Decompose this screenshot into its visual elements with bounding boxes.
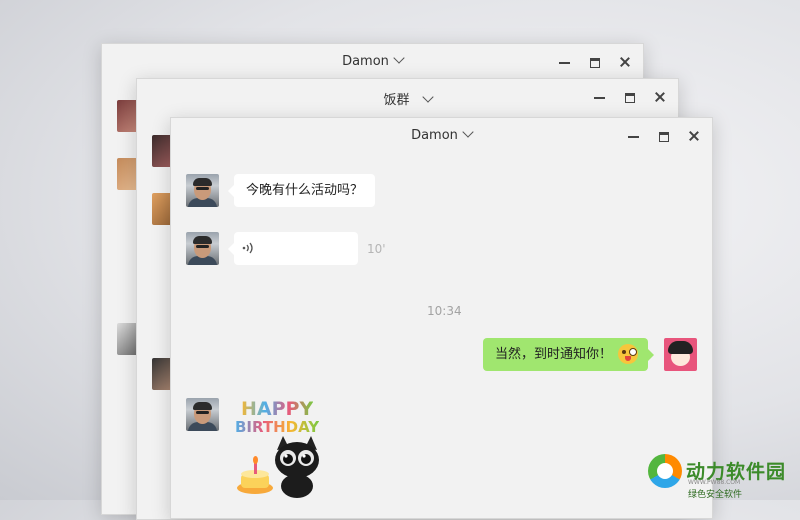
logo-icon xyxy=(648,454,682,488)
maximize-icon[interactable] xyxy=(624,91,636,103)
message-bubble-self[interactable]: 当然，到时通知你！ xyxy=(482,338,655,371)
avatar[interactable] xyxy=(186,398,219,431)
titlebar[interactable]: Damon xyxy=(102,44,643,80)
avatar[interactable] xyxy=(186,232,219,265)
cat-cake-illustration xyxy=(237,436,319,498)
titlebar[interactable]: 饭群 xyxy=(137,79,678,115)
maximize-icon[interactable] xyxy=(589,56,601,68)
voice-duration: 10' xyxy=(367,242,386,256)
close-icon[interactable] xyxy=(654,91,666,103)
avatar-self[interactable] xyxy=(664,338,697,371)
close-icon[interactable] xyxy=(619,56,631,68)
close-icon[interactable] xyxy=(688,130,700,142)
emoji-icon xyxy=(618,343,638,364)
voice-icon xyxy=(242,242,253,254)
minimize-icon[interactable] xyxy=(594,91,606,103)
minimize-icon[interactable] xyxy=(559,56,571,68)
maximize-icon[interactable] xyxy=(658,130,670,142)
chat-window-front[interactable]: Damon 今晚有什么活动吗？ 10' 10:34 当然，到时通知你！ HAPP… xyxy=(170,117,713,519)
chevron-down-icon[interactable] xyxy=(393,52,405,64)
timestamp: 10:34 xyxy=(427,304,462,318)
minimize-icon[interactable] xyxy=(628,130,640,142)
chevron-down-icon[interactable] xyxy=(462,126,474,138)
avatar[interactable] xyxy=(186,174,219,207)
titlebar[interactable]: Damon xyxy=(171,118,712,154)
sticker-text-happy: HAPPY xyxy=(241,398,314,420)
voice-message-bubble[interactable] xyxy=(228,232,358,265)
birthday-sticker[interactable]: HAPPY BIRTHDAY xyxy=(235,398,331,498)
chevron-down-icon[interactable] xyxy=(421,91,434,103)
message-bubble[interactable]: 今晚有什么活动吗？ xyxy=(227,174,376,207)
